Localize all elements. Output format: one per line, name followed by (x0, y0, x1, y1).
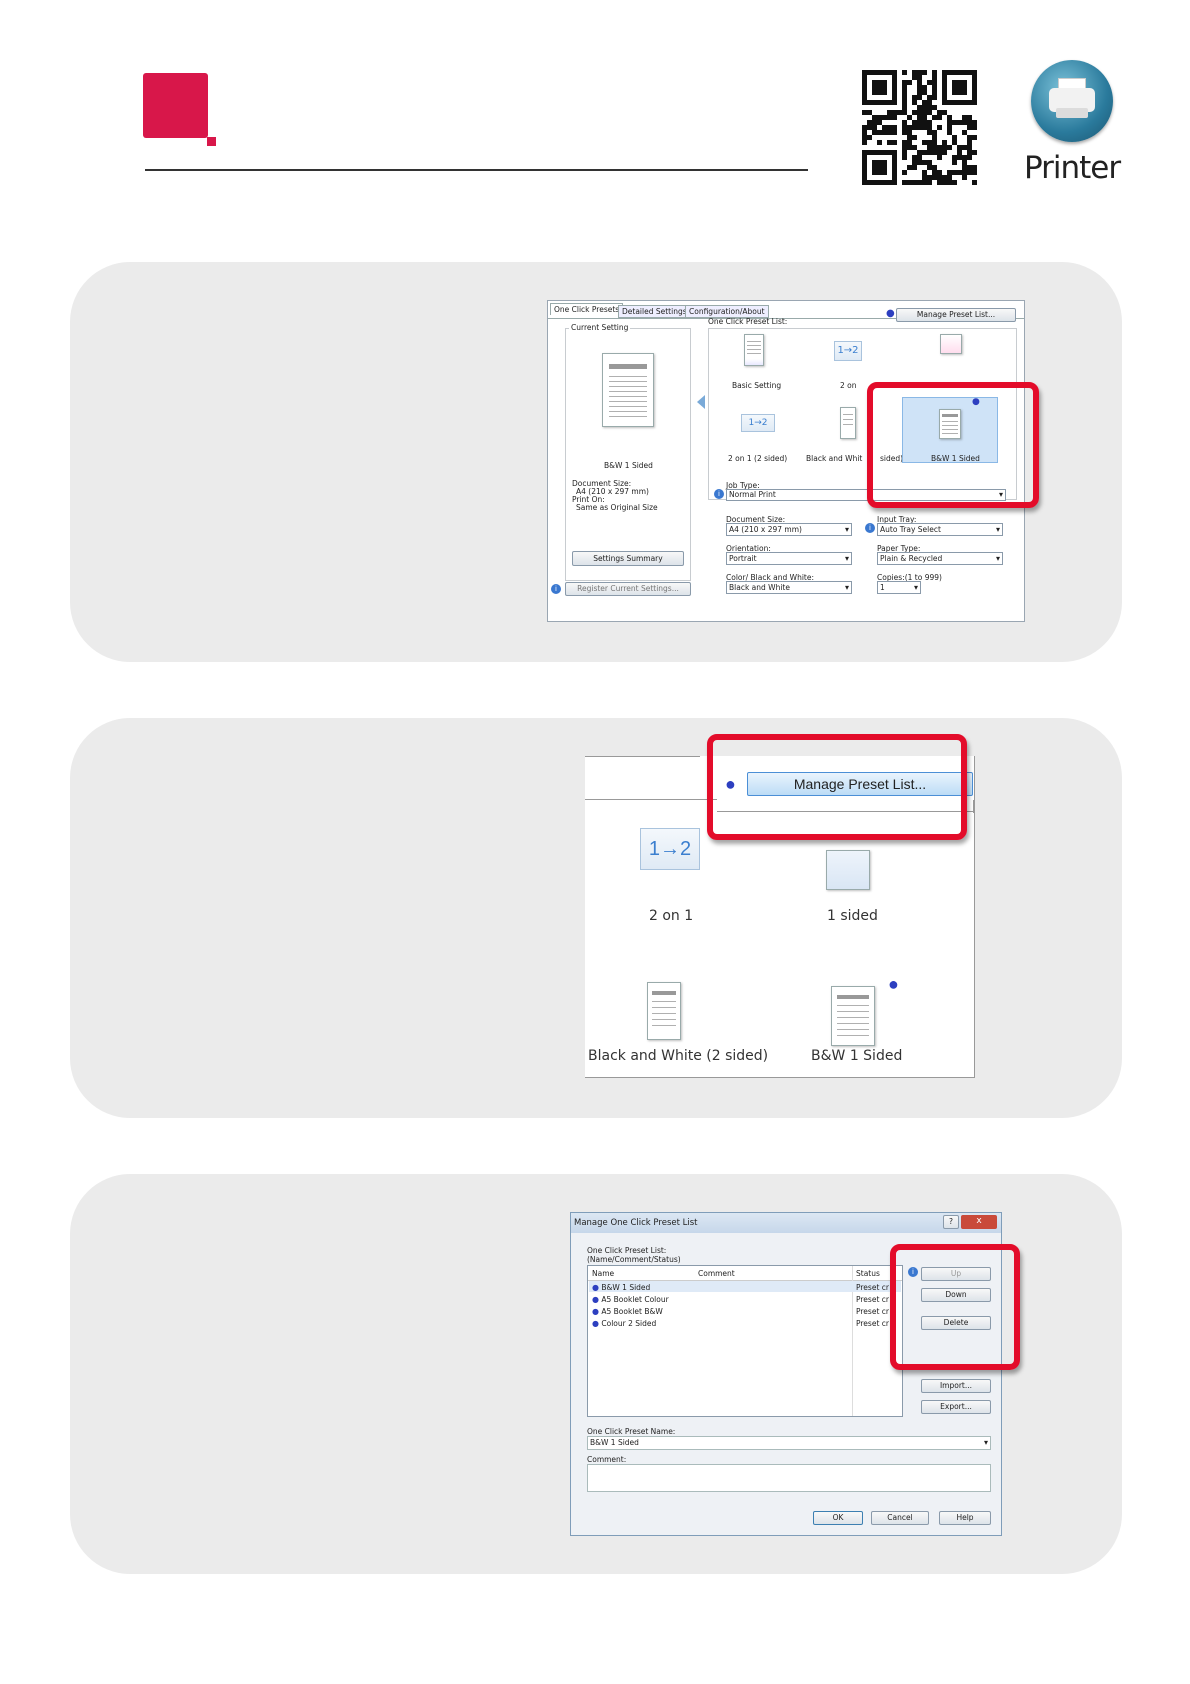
current-preset-name: B&W 1 Sided (604, 461, 653, 470)
preset-bw-2sided-label: Black and Whit (806, 454, 863, 463)
print-on-value: Same as Original Size (576, 503, 658, 512)
register-current-settings-button[interactable]: Register Current Settings... (565, 582, 691, 596)
help-title-button[interactable]: ? (943, 1215, 959, 1229)
table-row-status: Preset cr (856, 1295, 889, 1304)
highlight-selected-preset (867, 382, 1039, 508)
table-row[interactable]: ● B&W 1 Sided (592, 1283, 650, 1292)
preset-2on1-icon[interactable]: 1→2 (834, 341, 862, 361)
settings-summary-button[interactable]: Settings Summary (572, 551, 684, 566)
column-status[interactable]: Status (856, 1269, 880, 1278)
job-type-info-icon: i (714, 489, 724, 499)
dialog-title: Manage One Click Preset List (574, 1218, 698, 1228)
preset-2on1-2sided-label: 2 on 1 (2 sided) (728, 454, 788, 463)
cancel-button[interactable]: Cancel (871, 1511, 929, 1525)
step-panel-1: One Click Presets Detailed Settings Conf… (70, 262, 1122, 662)
printer-label: Printer (1024, 150, 1121, 186)
tab-detailed-settings[interactable]: Detailed Settings (618, 305, 691, 318)
highlight-order-buttons (890, 1244, 1020, 1370)
printer-icon (1031, 60, 1113, 142)
preset-bw-1sided-label: B&W 1 Sided (811, 1048, 903, 1064)
scroll-left-arrow-icon[interactable] (697, 395, 705, 409)
preset-2on1-2sided-icon[interactable]: 1→2 (741, 414, 775, 432)
table-row-status: Preset cr (856, 1319, 889, 1328)
highlight-manage-button (707, 734, 967, 840)
table-row[interactable]: ● A5 Booklet B&W (592, 1307, 663, 1316)
info-icon: i (551, 584, 561, 594)
paper-type-select[interactable]: Plain & Recycled (877, 552, 1003, 565)
column-comment[interactable]: Comment (698, 1269, 735, 1278)
preset-bw-2sided-label: Black and White (2 sided) (588, 1048, 769, 1064)
preset-name-input[interactable]: B&W 1 Sided (587, 1436, 991, 1450)
table-row[interactable]: ● A5 Booklet Colour (592, 1295, 669, 1304)
manage-preset-list-button[interactable]: Manage Preset List... (896, 308, 1016, 322)
preset-basic-setting-label: Basic Setting (732, 381, 782, 390)
copies-input[interactable]: 1 (877, 581, 921, 594)
brand-logo (143, 73, 216, 146)
table-row-status: Preset cr (856, 1283, 889, 1292)
preset-bw-2sided-icon[interactable] (840, 407, 856, 439)
qr-code[interactable] (862, 70, 977, 185)
help-button[interactable]: Help (939, 1511, 991, 1525)
doc-size-select[interactable]: A4 (210 x 297 mm) (726, 523, 852, 536)
preset-list-label: One Click Preset List: (708, 317, 788, 326)
admin-user-icon: ● (886, 308, 895, 319)
export-button[interactable]: Export... (921, 1400, 991, 1414)
preset-name-label: One Click Preset Name: (587, 1427, 676, 1436)
header-divider (145, 169, 808, 171)
preset-list-sub-label: (Name/Comment/Status) (587, 1255, 681, 1264)
input-tray-select[interactable]: Auto Tray Select (877, 523, 1003, 536)
column-name[interactable]: Name (592, 1269, 614, 1278)
preset-bw-1sided-icon[interactable] (831, 986, 875, 1046)
step-panel-2: ● Manage Preset List... 1→2 2 on 1 1 sid… (70, 718, 1122, 1118)
orientation-select[interactable]: Portrait (726, 552, 852, 565)
table-row-status: Preset cr (856, 1307, 889, 1316)
preset-2on1-icon[interactable]: 1→2 (640, 828, 700, 870)
user-preset-icon: ● (888, 974, 899, 994)
preset-colour-icon[interactable] (940, 334, 962, 354)
step-panel-3: Manage One Click Preset List ? x One Cli… (70, 1174, 1122, 1574)
preset-basic-setting-icon[interactable] (744, 334, 764, 366)
tab-one-click-presets[interactable]: One Click Presets (550, 303, 624, 315)
preset-1sided-icon[interactable] (826, 850, 870, 890)
ok-button[interactable]: OK (813, 1511, 863, 1525)
preset-2on1-label: 2 on 1 (649, 908, 694, 924)
preset-2on-label: 2 on (840, 381, 857, 390)
preset-1sided-label: 1 sided (827, 908, 878, 924)
current-setting-label: Current Setting (569, 323, 631, 332)
table-row[interactable]: ● Colour 2 Sided (592, 1319, 656, 1328)
close-button[interactable]: x (961, 1215, 997, 1229)
comment-label: Comment: (587, 1455, 627, 1464)
current-setting-document-icon (602, 353, 654, 427)
preset-list-label: One Click Preset List: (587, 1246, 667, 1255)
import-button[interactable]: Import... (921, 1379, 991, 1393)
color-select[interactable]: Black and White (726, 581, 852, 594)
comment-input[interactable] (587, 1464, 991, 1492)
preset-table[interactable]: Name Comment Status ● B&W 1 Sided Preset… (587, 1265, 903, 1417)
input-tray-info-icon: i (865, 523, 875, 533)
preset-bw-2sided-icon[interactable] (647, 982, 681, 1040)
